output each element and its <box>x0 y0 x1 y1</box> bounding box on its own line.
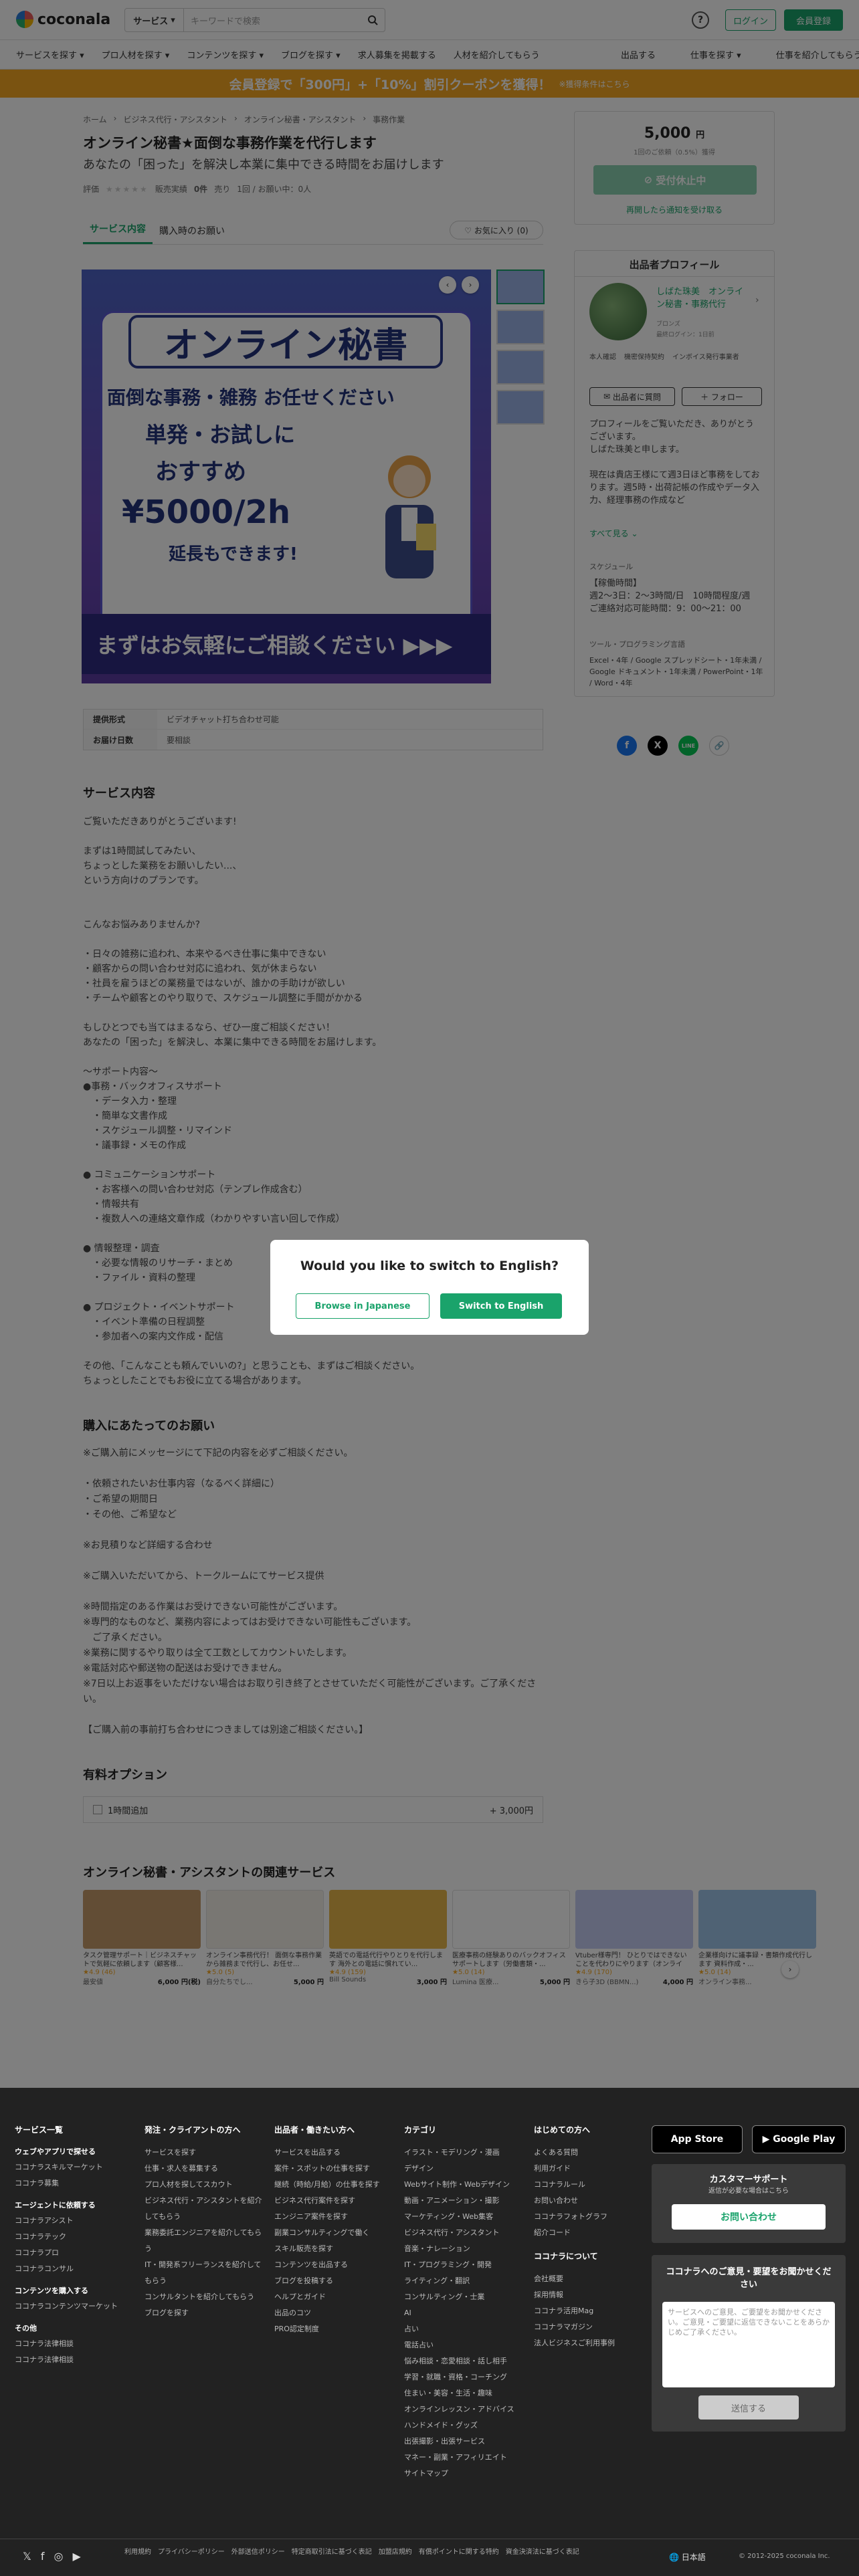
modal-backdrop[interactable] <box>0 0 859 2088</box>
youtube-icon[interactable]: ▶ <box>73 2550 81 2563</box>
footer: サービス一覧 ウェブやアプリで探せる ココナラスキルマーケット ココナラ募集 エージ… <box>0 2088 859 2576</box>
app-store-badge[interactable]: App Store <box>652 2125 743 2153</box>
footer-column: はじめての方へ よくある質問 利用ガイド ココナラルール お問い合わせ ココナラフォトグ… <box>534 2125 615 2347</box>
language-modal: Would you like to switch to English? Bro… <box>270 1240 589 1335</box>
play-icon: ▶ <box>762 2134 773 2145</box>
legal-links[interactable]: 利用規約 プライバシーポリシー 外部送信ポリシー 特定商取引法に基づく表記 加盟… <box>124 2547 593 2558</box>
footer-bottom: 𝕏f ◎ ▶ 利用規約 プライバシーポリシー 外部送信ポリシー 特定商取引法に基づく… <box>0 2539 859 2576</box>
facebook-icon[interactable]: f <box>41 2550 45 2563</box>
feedback-submit-button[interactable]: 送信する <box>698 2395 799 2420</box>
footer-column: カテゴリ イラスト・モデリング・漫画 デザイン Webサイト制作・Webデザイン 動画… <box>404 2125 514 2478</box>
feedback-box: ココナラへのご意見・要望をお聞かせください サービスへのご意見、ご要望をお聞かせ… <box>652 2255 846 2432</box>
contact-button[interactable]: お問い合わせ <box>672 2204 826 2230</box>
x-icon[interactable]: 𝕏 <box>23 2550 31 2563</box>
google-play-badge[interactable]: ▶ Google Play <box>752 2125 846 2153</box>
social-links: 𝕏f ◎ ▶ <box>23 2550 81 2563</box>
copyright: © 2012-2025 coconala Inc. <box>739 2553 830 2560</box>
switch-english-button[interactable]: Switch to English <box>440 1293 562 1319</box>
footer-column: 発注・クライアントの方へ サービスを探す 仕事・求人を募集する プロ人材を探してスカ… <box>145 2125 262 2317</box>
customer-support-box: カスタマーサポート 返信が必要な場合はこちら お問い合わせ <box>652 2164 846 2243</box>
browse-japanese-button[interactable]: Browse in Japanese <box>296 1293 430 1319</box>
footer-column: 出品者・働きたい方へ サービスを出品する 案件・スポットの仕事を探す 継続（時給/月… <box>274 2125 380 2333</box>
language-select[interactable]: 🌐 日本語 <box>669 2551 706 2563</box>
instagram-icon[interactable]: ◎ <box>54 2550 64 2563</box>
modal-question: Would you like to switch to English? <box>300 1259 559 1273</box>
footer-column: サービス一覧 ウェブやアプリで探せる ココナラスキルマーケット ココナラ募集 エージ… <box>15 2125 118 2364</box>
feedback-textarea[interactable]: サービスへのご意見、ご要望をお聞かせください。ご意見・ご要望に返信できないことを… <box>662 2302 835 2387</box>
